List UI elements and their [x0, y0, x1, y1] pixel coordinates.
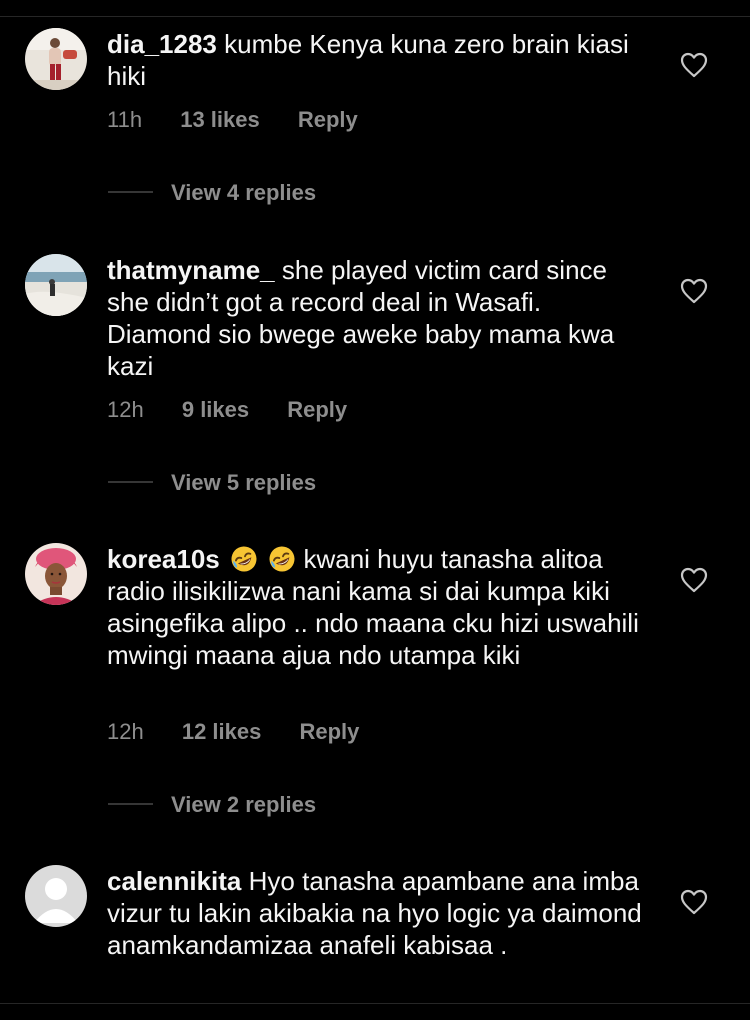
comment-username[interactable]: korea10s	[107, 544, 220, 574]
rolling-on-floor-laughing-emoji	[268, 545, 296, 573]
heart-outline-icon[interactable]	[680, 889, 708, 915]
comment-username[interactable]: calennikita	[107, 866, 241, 896]
rolling-on-floor-laughing-emoji	[230, 545, 258, 573]
comment-body: calennikita Hyo tanasha apambane ana imb…	[107, 865, 652, 961]
comment-username[interactable]: thatmyname_	[107, 255, 275, 285]
comment-meta: 11h 13 likes Reply	[107, 106, 358, 134]
view-replies-button[interactable]: View 5 replies	[108, 469, 316, 497]
view-replies-button[interactable]: View 4 replies	[108, 179, 316, 207]
bottom-divider	[0, 1003, 750, 1004]
heart-outline-icon[interactable]	[680, 278, 708, 304]
comment-username[interactable]: dia_1283	[107, 29, 217, 59]
reply-button[interactable]: Reply	[298, 106, 358, 134]
heart-outline-icon[interactable]	[680, 567, 708, 593]
comments-screen: dia_1283 kumbe Kenya kuna zero brain kia…	[0, 0, 750, 1020]
top-divider	[0, 16, 750, 17]
view-replies-label: View 2 replies	[171, 792, 317, 817]
comment-body: dia_1283 kumbe Kenya kuna zero brain kia…	[107, 28, 652, 92]
avatar[interactable]	[25, 28, 87, 90]
reply-button[interactable]: Reply	[299, 718, 359, 746]
comment-meta: 12h 12 likes Reply	[107, 718, 359, 746]
avatar[interactable]	[25, 254, 87, 316]
comment-time: 11h	[107, 107, 143, 132]
comment-likes[interactable]: 13 likes	[180, 106, 260, 134]
comment-likes[interactable]: 12 likes	[182, 718, 262, 746]
comment-meta: 12h 9 likes Reply	[107, 396, 347, 424]
heart-outline-icon[interactable]	[680, 52, 708, 78]
reply-button[interactable]: Reply	[287, 396, 347, 424]
comment-time: 12h	[107, 719, 144, 744]
comment-body: korea10s kwani huyu tanasha alitoa radio…	[107, 543, 652, 671]
replies-line	[108, 481, 153, 484]
comment-body: thatmyname_ she played victim card since…	[107, 254, 652, 382]
view-replies-button[interactable]: View 2 replies	[108, 791, 316, 819]
avatar[interactable]	[25, 543, 87, 605]
view-replies-label: View 5 replies	[171, 470, 317, 495]
comment-time: 12h	[107, 397, 144, 422]
replies-line	[108, 803, 153, 806]
comment-likes[interactable]: 9 likes	[182, 396, 249, 424]
replies-line	[108, 191, 153, 194]
view-replies-label: View 4 replies	[171, 180, 317, 205]
avatar-default-silhouette[interactable]	[25, 865, 87, 927]
